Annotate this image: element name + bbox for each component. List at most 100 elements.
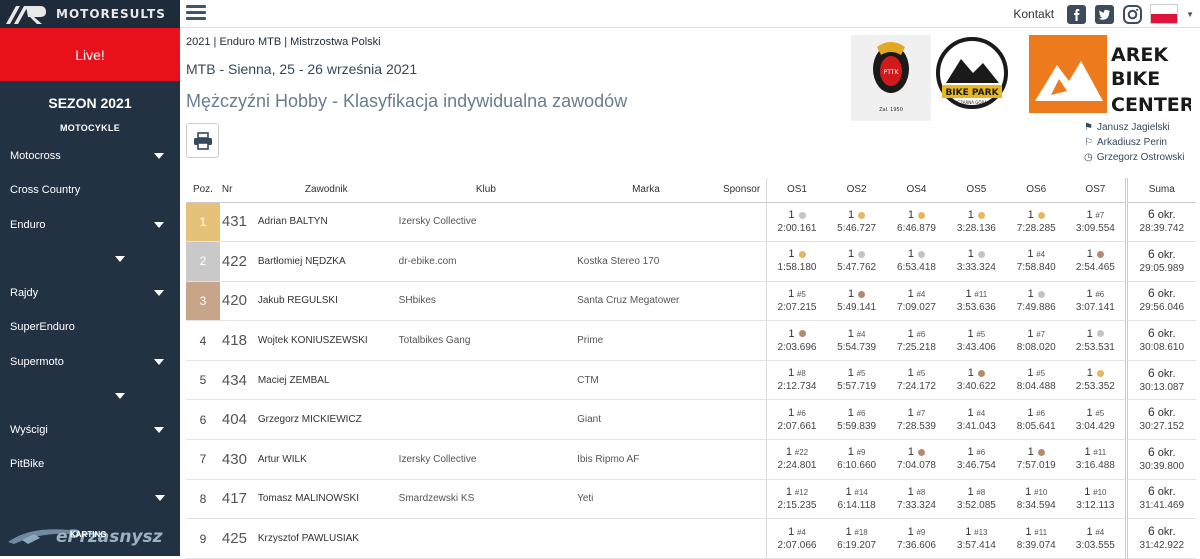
stage-time: 3:03.555	[1075, 539, 1115, 551]
col-klub[interactable]: Klub	[396, 178, 576, 203]
col-sponsor[interactable]: Sponsor	[716, 178, 767, 203]
rider-name-cell[interactable]: Krzysztof PAWLUSIAK	[255, 518, 397, 559]
table-row[interactable]: 6 404 Grzegorz MICKIEWICZ Giant 1 #6 2:07.661…	[186, 399, 1196, 441]
rider-name-cell[interactable]: Maciej ZEMBAL	[255, 360, 397, 401]
sidebar-item-label: Rajdy	[10, 287, 39, 299]
table-row[interactable]: 2 422 Bartłomiej NĘDZKA dr-ebike.com Kostka …	[186, 241, 1196, 282]
stage-cell: 1 #6 7:25.218	[886, 320, 947, 361]
breadcrumb[interactable]: 2021 | Enduro MTB | Mistrzostwa Polski	[186, 36, 381, 48]
medal-dot-icon	[1037, 290, 1045, 298]
stage-cell: 1 #6 3:07.141	[1066, 281, 1127, 322]
sidebar-item-rajdy[interactable]: Rajdy	[0, 283, 180, 303]
sponsor-cell	[716, 439, 767, 480]
chevron-down-icon[interactable]	[155, 495, 165, 501]
table-row[interactable]: 1 431 Adrian BALTYN Izersky Collective 1 2:00…	[186, 202, 1196, 243]
start-number-cell: 430	[219, 439, 256, 480]
language-flag-pl-icon[interactable]	[1150, 4, 1179, 24]
rider-name-cell[interactable]: Adrian BALTYN	[255, 202, 397, 243]
col-suma[interactable]: Suma	[1124, 178, 1196, 203]
sidebar-item-pitbike[interactable]: PitBike	[0, 454, 180, 474]
live-button[interactable]: Live!	[0, 28, 180, 81]
chevron-down-icon[interactable]	[115, 393, 125, 399]
start-number-cell: 404	[219, 399, 256, 441]
table-row[interactable]: 8 417 Tomasz MALINOWSKI Smardzewski KS Yeti 1…	[186, 479, 1196, 520]
stage-cell: 1 #7 8:08.020	[1006, 320, 1067, 361]
rider-name-cell[interactable]: Wojtek KONIUSZEWSKI	[255, 320, 397, 361]
print-button[interactable]	[186, 123, 219, 158]
col-nr[interactable]: Nr	[219, 178, 256, 203]
medal-dot-icon	[1096, 330, 1104, 338]
col-os6[interactable]: OS6	[1006, 178, 1067, 203]
sum-unit: okr.	[1157, 328, 1176, 341]
club-cell: SHbikes	[396, 281, 576, 322]
stage-cell: 1 1:58.180	[766, 241, 827, 282]
stage-cell: 1 #4 7:58.840	[1006, 241, 1067, 282]
col-os7[interactable]: OS7	[1066, 178, 1127, 203]
twitter-icon[interactable]	[1094, 4, 1114, 24]
sidebar-item-label: Cross Country	[10, 184, 81, 196]
position-cell: 5	[186, 360, 220, 401]
stage-time: 3:04.429	[1075, 420, 1115, 432]
stage-cell: 1 #11 3:16.488	[1066, 439, 1127, 480]
karting-label[interactable]: KARTING	[70, 530, 106, 539]
table-row[interactable]: 4 418 Wojtek KONIUSZEWSKI Totalbikes Gang Pr…	[186, 320, 1196, 361]
facebook-icon[interactable]	[1066, 4, 1086, 24]
position-cell: 9	[186, 518, 220, 559]
official-race-director: ⚑ Janusz Jagielski	[1084, 122, 1170, 133]
col-marka[interactable]: Marka	[575, 178, 717, 203]
instagram-icon[interactable]	[1122, 4, 1142, 24]
contact-link[interactable]: Kontakt	[1013, 7, 1054, 21]
sidebar-item-motocross[interactable]: Motocross	[0, 146, 180, 166]
stage-rank: #6	[1036, 408, 1046, 418]
rider-name-cell[interactable]: Jakub REGULSKI	[255, 281, 397, 322]
menu-toggle-icon[interactable]	[186, 5, 206, 21]
col-zawodnik[interactable]: Zawodnik	[255, 178, 397, 203]
col-poz[interactable]: Poz.	[186, 178, 220, 203]
stage-time: 2:12.734	[777, 381, 817, 393]
sidebar: Live! SEZON 2021 MOTOCYKLE Motocross Cro…	[0, 28, 180, 556]
sidebar-item-supermoto[interactable]: Supermoto	[0, 352, 180, 372]
stage-cell: 1 #5 2:07.215	[766, 281, 827, 322]
stage-time: 6:10.660	[837, 460, 877, 472]
sidebar-item-wyscigi[interactable]: Wyścigi	[0, 420, 180, 440]
sidebar-item-enduro[interactable]: Enduro	[0, 215, 180, 235]
col-os2[interactable]: OS2	[826, 178, 887, 203]
stage-time: 2:15.235	[777, 499, 817, 511]
stage-laps: 1	[907, 446, 915, 459]
sum-cell: 6 okr. 29:56.046	[1124, 281, 1196, 322]
sidebar-item-superenduro[interactable]: SuperEnduro	[0, 317, 180, 337]
language-dropdown-icon[interactable]: ▼	[1186, 10, 1194, 19]
sum-unit: okr.	[1157, 486, 1176, 499]
table-row[interactable]: 7 430 Artur WILK Izersky Collective Ibis Rip…	[186, 439, 1196, 480]
sidebar-item-label: PitBike	[10, 458, 45, 470]
table-row[interactable]: 9 425 Krzysztof PAWLUSIAK 1 #4 2:07.066 1 #18…	[186, 518, 1196, 559]
brand-logo[interactable]: MOTORESULTS	[0, 0, 180, 28]
stage-laps: 1	[1086, 248, 1093, 261]
table-row[interactable]: 5 434 Maciej ZEMBAL CTM 1 #8 2:12.734 1 #5 5:57…	[186, 360, 1196, 401]
rider-name-cell[interactable]: Tomasz MALINOWSKI	[255, 479, 397, 520]
season-label[interactable]: SEZON 2021	[0, 83, 180, 123]
rider-name-cell[interactable]: Bartłomiej NĘDZKA	[255, 241, 397, 282]
svg-text:PTTK: PTTK	[884, 69, 900, 76]
rider-name-cell[interactable]: Grzegorz MICKIEWICZ	[255, 399, 397, 441]
stage-rank: #9	[856, 448, 866, 458]
col-os5[interactable]: OS5	[946, 178, 1007, 203]
stage-time: 2:24.801	[777, 460, 817, 472]
col-os1[interactable]: OS1	[766, 178, 827, 203]
stage-time: 6:53.418	[897, 262, 936, 274]
sponsor-cell	[716, 281, 767, 322]
stage-time: 5:46.727	[837, 222, 877, 234]
sidebar-item-cross-country[interactable]: Cross Country	[0, 180, 180, 200]
col-os4[interactable]: OS4	[886, 178, 947, 203]
club-cell: dr-ebike.com	[396, 241, 576, 282]
rider-name-cell[interactable]: Artur WILK	[255, 439, 397, 480]
stage-rank: #5	[1095, 408, 1105, 418]
sum-time: 29:05.989	[1139, 262, 1185, 274]
table-row[interactable]: 3 420 Jakub REGULSKI SHbikes Santa Cruz Mega…	[186, 281, 1196, 322]
club-cell	[396, 518, 576, 559]
stage-laps: 1	[967, 406, 974, 419]
chevron-down-icon[interactable]	[115, 256, 125, 262]
stage-time: 2:54.465	[1075, 262, 1115, 274]
stage-laps: 1	[967, 248, 974, 261]
stage-laps: 1	[1027, 248, 1034, 261]
